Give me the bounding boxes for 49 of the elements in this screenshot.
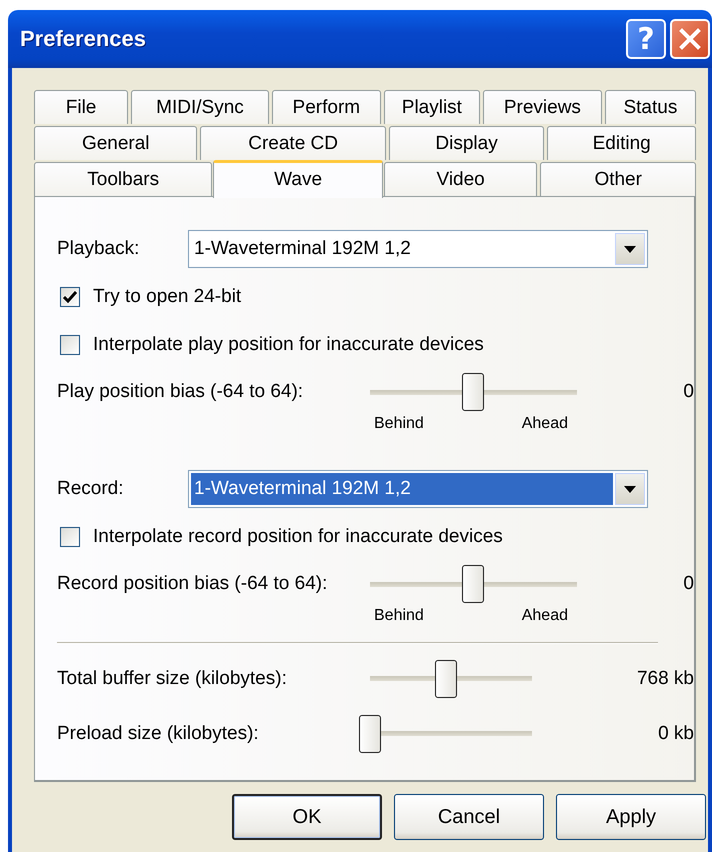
tick-label: Ahead xyxy=(522,607,568,625)
slider-thumb[interactable] xyxy=(462,565,484,603)
checkbox[interactable] xyxy=(60,527,80,547)
dropdown-value: 1-Waveterminal 192M 1,2 xyxy=(191,473,613,505)
dialog-button[interactable]: Apply xyxy=(556,794,706,840)
tick-label: Behind xyxy=(374,415,424,433)
tab[interactable]: Wave xyxy=(213,160,383,198)
slider-label: Preload size (kilobytes): xyxy=(57,722,260,744)
dialog-button[interactable]: Cancel xyxy=(394,794,544,840)
slider-value: 768 kb xyxy=(636,668,694,690)
help-button[interactable]: ? xyxy=(626,19,666,59)
tab[interactable]: Create CD xyxy=(200,126,386,160)
dropdown-label: Playback: xyxy=(57,238,140,260)
checkbox[interactable] xyxy=(60,335,80,355)
tab[interactable]: Playlist xyxy=(384,90,480,124)
tab[interactable]: MIDI/Sync xyxy=(131,90,269,124)
window-title: Preferences xyxy=(20,26,147,52)
tab[interactable]: Video xyxy=(384,162,538,196)
dropdown[interactable]: 1-Waveterminal 192M 1,2 xyxy=(188,470,648,508)
slider-value: 0 xyxy=(682,573,694,595)
slider-label: Total buffer size (kilobytes): xyxy=(57,668,288,690)
dropdown[interactable]: 1-Waveterminal 192M 1,2 xyxy=(188,230,648,268)
slider-thumb[interactable] xyxy=(358,714,381,752)
tab[interactable]: Toolbars xyxy=(34,162,212,196)
checkbox-label[interactable]: Interpolate record position for inaccurate devices xyxy=(93,526,503,548)
slider-label: Record position bias (-64 to 64): xyxy=(57,573,328,595)
dropdown-label: Record: xyxy=(57,478,125,500)
tab[interactable]: Previews xyxy=(482,90,602,124)
checkbox-label[interactable]: Interpolate play position for inaccurate devices xyxy=(93,334,484,356)
tick-label: Behind xyxy=(374,607,424,625)
close-button[interactable] xyxy=(670,19,710,59)
tab[interactable]: General xyxy=(34,126,198,160)
close-icon xyxy=(679,28,701,50)
dropdown-value: 1-Waveterminal 192M 1,2 xyxy=(193,237,412,261)
slider-thumb[interactable] xyxy=(462,373,484,411)
slider-value: 0 xyxy=(682,381,694,403)
checkbox[interactable] xyxy=(60,287,80,307)
tab[interactable]: Other xyxy=(540,162,696,196)
dialog-button[interactable]: OK xyxy=(232,794,382,840)
tick-label: Ahead xyxy=(522,415,568,433)
checkbox-label[interactable]: Try to open 24-bit xyxy=(93,286,242,308)
slider-value: 0 kb xyxy=(657,722,694,744)
slider-thumb[interactable] xyxy=(435,660,458,698)
tab[interactable]: Perform xyxy=(272,90,381,124)
tab[interactable]: Status xyxy=(604,90,696,124)
tab[interactable]: File xyxy=(34,90,128,124)
slider-label: Play position bias (-64 to 64): xyxy=(57,381,304,403)
tab[interactable]: Editing xyxy=(547,126,696,160)
tab[interactable]: Display xyxy=(388,126,544,160)
